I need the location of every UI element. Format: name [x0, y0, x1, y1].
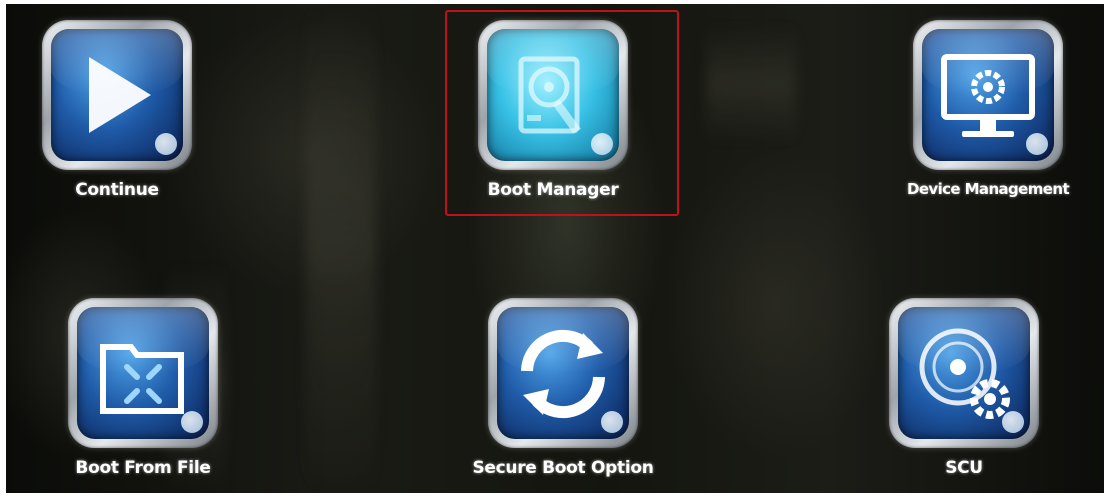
menu-item-label: Continue	[75, 180, 159, 200]
tile-highlight-dot	[1002, 411, 1024, 433]
menu-item-scu[interactable]: SCU	[864, 294, 1064, 484]
selection-highlight	[445, 10, 679, 216]
tile-highlight-dot	[155, 133, 177, 155]
bios-setup-menu-screen: Continue Boot Manager Device Management …	[6, 4, 1104, 493]
tile-screen	[77, 307, 209, 439]
tile-frame	[42, 20, 192, 170]
tile-screen	[51, 29, 183, 161]
tile-highlight-dot	[601, 411, 623, 433]
menu-item-continue[interactable]: Continue	[17, 16, 217, 206]
menu-item-label: Boot From File	[75, 458, 211, 478]
tile-screen	[898, 307, 1030, 439]
menu-item-secure-boot-option[interactable]: Secure Boot Option	[463, 294, 663, 484]
tile-screen	[497, 307, 629, 439]
tile-frame	[68, 298, 218, 448]
menu-item-boot-from-file[interactable]: Boot From File	[43, 294, 243, 484]
tile-frame	[913, 20, 1063, 170]
tile-highlight-dot	[1026, 133, 1048, 155]
menu-item-label: Device Management	[906, 180, 1070, 198]
tile-screen	[922, 29, 1054, 161]
background-light-streak	[706, 24, 796, 144]
background-light-streak	[306, 4, 376, 493]
menu-item-label: SCU	[945, 458, 983, 478]
menu-item-label: Secure Boot Option	[472, 458, 654, 478]
menu-item-device-management[interactable]: Device Management	[888, 16, 1088, 206]
tile-frame	[889, 298, 1039, 448]
tile-frame	[488, 298, 638, 448]
tile-highlight-dot	[181, 411, 203, 433]
